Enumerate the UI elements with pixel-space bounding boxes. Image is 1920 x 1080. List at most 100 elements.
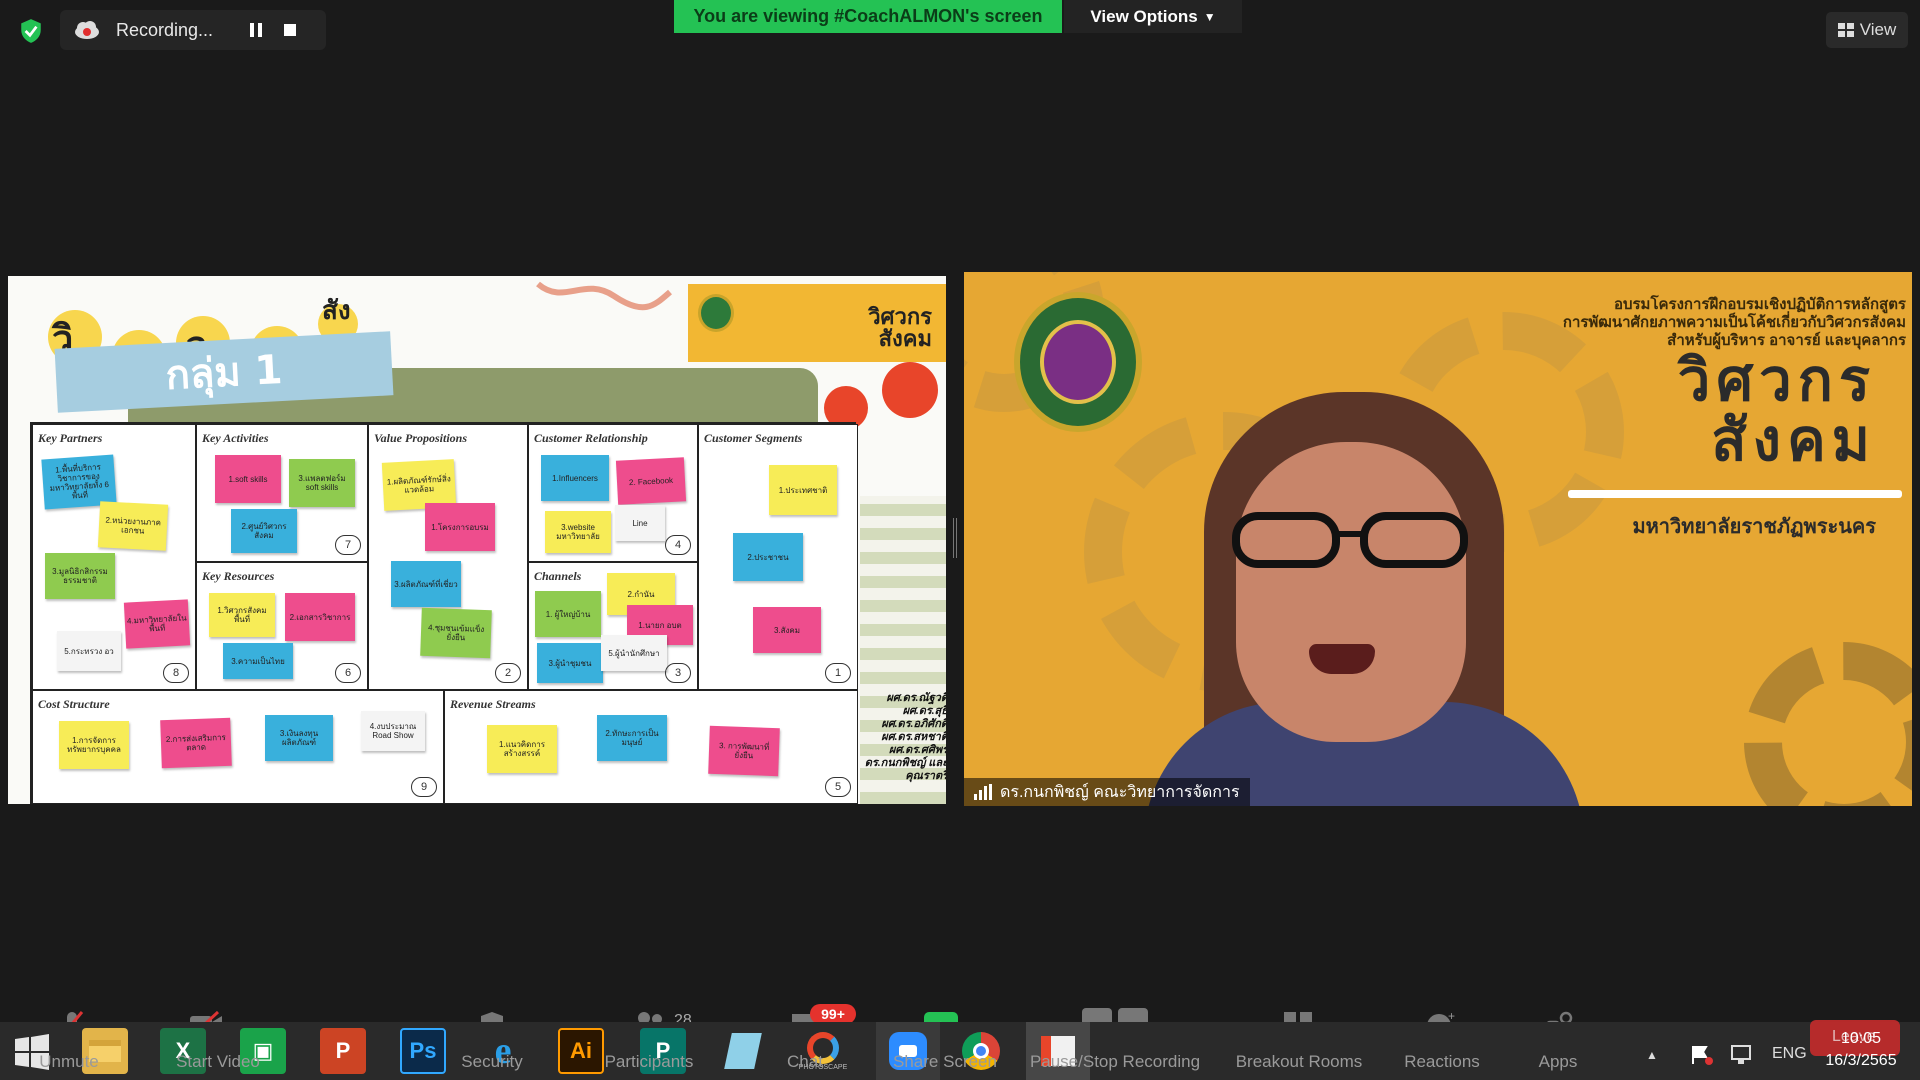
- pause-stop-recording-label[interactable]: Pause/Stop Recording: [1020, 1052, 1210, 1072]
- header-line: อบรมโครงการฝึกอบรมเชิงปฏิบัติการหลักสูตร: [1613, 296, 1906, 313]
- stop-icon: [284, 24, 296, 36]
- channels-cell: Channels 1. ผู้ใหญ่บ้าน 2.กำนัน 1.นายก อ…: [528, 562, 698, 690]
- tray-overflow-chevron-icon[interactable]: ▲: [1646, 1048, 1658, 1062]
- sticky-note: 2.เอกสารวิชาการ: [285, 593, 355, 641]
- credit-line: คุณราตรี: [905, 770, 946, 782]
- credit-line: ผศ.ดร.สุธี: [902, 705, 946, 717]
- speaker-mouth: [1309, 644, 1375, 674]
- credit-line: ดร.กนกพิชญ์ และ: [864, 757, 946, 769]
- network-icon[interactable]: [1730, 1044, 1754, 1066]
- cell-title: Revenue Streams: [450, 697, 536, 711]
- cell-title: Key Partners: [38, 431, 103, 445]
- value-propositions-cell: Value Propositions 1.ผลิตภัณฑ์รักษ์สิ่งแ…: [368, 424, 528, 690]
- security-shield-icon: [21, 19, 41, 43]
- sticky-note: 2.หน่วยงานภาคเอกชน: [97, 501, 169, 551]
- recording-label: Recording...: [116, 19, 214, 40]
- panel-splitter-handle[interactable]: [953, 518, 957, 558]
- view-layout-button[interactable]: View: [1826, 12, 1908, 48]
- key-activities-cell: Key Activities 1.soft skills 3.แพลตฟอร์ม…: [196, 424, 368, 562]
- share-screen-label[interactable]: Share Screen: [890, 1052, 1000, 1072]
- viewing-screen-banner: You are viewing #CoachALMON's screen: [674, 0, 1062, 33]
- cell-number: 1: [825, 663, 851, 683]
- view-options-label: View Options: [1090, 6, 1198, 26]
- video-background-header: อบรมโครงการฝึกอบรมเชิงปฏิบัติการหลักสูตร…: [1506, 296, 1906, 350]
- university-seal-icon: [698, 294, 734, 332]
- view-options-button[interactable]: View Options ▼: [1064, 0, 1242, 33]
- university-seal: [1014, 292, 1142, 432]
- notepad-icon[interactable]: [720, 1028, 766, 1074]
- sticky-note: 1.วิศวกรสังคมพื้นที่: [209, 593, 275, 637]
- brand-line: สังคม: [1711, 406, 1876, 474]
- participants-label[interactable]: Participants: [594, 1052, 704, 1072]
- credit-line: ผศ.ดร.สหชาติ ผศ.ดร.ศศิพร: [881, 731, 946, 756]
- sticky-note: 3.website มหาวิทยาลัย: [545, 511, 611, 553]
- action-center-flag-icon[interactable]: [1690, 1044, 1714, 1066]
- sticky-note: 5.กระทรวง อว: [57, 631, 121, 671]
- cell-number: 5: [825, 777, 851, 797]
- cell-number: 3: [665, 663, 691, 683]
- sticky-note: 2.การส่งเสริมการตลาด: [160, 717, 232, 769]
- sticky-note: 3.แพลตฟอร์ม soft skills: [289, 459, 355, 507]
- cell-title: Channels: [534, 569, 582, 583]
- credit-line: ผศ.ดร.ณัฐวดี: [886, 692, 946, 704]
- university-name: มหาวิทยาลัยราชภัฏพระนคร: [1632, 516, 1876, 538]
- key-partners-cell: Key Partners 1.พื้นที่บริการวิชาการของมห…: [32, 424, 196, 690]
- cell-title: Value Propositions: [374, 431, 468, 445]
- speaker-face: [1236, 442, 1466, 742]
- security-label[interactable]: Security: [452, 1052, 532, 1072]
- unmute-label[interactable]: Unmute: [34, 1052, 104, 1072]
- cell-number: 2: [495, 663, 521, 683]
- sticky-note: 3.สังคม: [753, 607, 821, 653]
- participant-name: ดร.กนกพิชญ์ คณะวิทยาการจัดการ: [1000, 783, 1240, 801]
- chat-label[interactable]: Chat: [780, 1052, 830, 1072]
- powerpoint-icon[interactable]: P: [320, 1028, 366, 1074]
- system-clock[interactable]: 10:05 16/3/2565: [1808, 1028, 1914, 1072]
- participant-video[interactable]: อบรมโครงการฝึกอบรมเชิงปฏิบัติการหลักสูตร…: [964, 272, 1912, 806]
- cell-title: Key Activities: [202, 431, 269, 445]
- logo-card-title-1: วิศวกร: [868, 304, 932, 329]
- recording-indicator: Recording...: [60, 10, 326, 50]
- sticky-note: 1.การจัดการทรัพยากรบุคคล: [59, 721, 129, 769]
- title-letter: สัง: [322, 296, 351, 326]
- shared-screen-slide: วิ ศ ว กร สัง คม กลุ่ม 1 วิศวกร สังคม Ke…: [8, 276, 946, 804]
- stop-recording-button[interactable]: [276, 16, 304, 44]
- sticky-note: 1.soft skills: [215, 455, 281, 503]
- credit-line: ผศ.ดร.อภิศักดิ์: [881, 718, 946, 730]
- cherry-decoration: [882, 362, 938, 418]
- glasses: [1232, 512, 1468, 568]
- sticky-note: Line: [615, 505, 665, 541]
- sticky-note: 4.มหาวิทยาลัยในพื้นที่: [123, 599, 191, 649]
- cell-title: Customer Relationship: [534, 431, 648, 445]
- photoshop-icon[interactable]: Ps: [400, 1028, 446, 1074]
- cell-number: 8: [163, 663, 189, 683]
- apps-label[interactable]: Apps: [1528, 1052, 1588, 1072]
- slide-credits: ผศ.ดร.ณัฐวดี ผศ.ดร.สุธี ผศ.ดร.อภิศักดิ์ …: [856, 692, 946, 783]
- recording-cloud-icon: [74, 20, 100, 40]
- customer-relationship-cell: Customer Relationship 1.Influencers 2. F…: [528, 424, 698, 562]
- sticky-note: 3.มูลนิธิกสิกรรมธรรมชาติ: [45, 553, 115, 599]
- cost-structure-cell: Cost Structure 1.การจัดการทรัพยากรบุคคล …: [32, 690, 444, 804]
- cell-title: Cost Structure: [38, 697, 110, 711]
- sticky-note: 3.เงินลงทุนผลิตภัณฑ์: [265, 715, 333, 761]
- sticky-note: 2.ศูนย์วิศวกรสังคม: [231, 509, 297, 553]
- start-video-label[interactable]: Start Video: [168, 1052, 268, 1072]
- sticky-note: 3.ความเป็นไทย: [223, 643, 293, 679]
- sticky-note: 5.ผู้นำนักศึกษา: [601, 635, 667, 671]
- language-indicator[interactable]: ENG: [1772, 1045, 1807, 1063]
- revenue-streams-cell: Revenue Streams 1.แนวคิดการสร้างสรรค์ 2.…: [444, 690, 858, 804]
- cell-number: 4: [665, 535, 691, 555]
- chevron-down-icon: ▼: [1203, 9, 1216, 24]
- sticky-note: 2.ประชาชน: [733, 533, 803, 581]
- pause-recording-button[interactable]: [242, 16, 270, 44]
- sticky-note: 3.ผู้นำชุมชน: [537, 643, 603, 683]
- cell-title: Customer Segments: [704, 431, 803, 445]
- breakout-rooms-label[interactable]: Breakout Rooms: [1226, 1052, 1372, 1072]
- reactions-label[interactable]: Reactions: [1392, 1052, 1492, 1072]
- cell-title: Key Resources: [202, 569, 275, 583]
- key-resources-cell: Key Resources 1.วิศวกรสังคมพื้นที่ 2.เอก…: [196, 562, 368, 690]
- gear-decoration: [1744, 642, 1912, 806]
- cell-number: 9: [411, 777, 437, 797]
- sticky-note: 3.ผลิตภัณฑ์ที่เชี่ยว: [391, 561, 461, 607]
- pause-icon: [250, 23, 262, 37]
- sticky-note: 1.โครงการอบรม: [425, 503, 495, 551]
